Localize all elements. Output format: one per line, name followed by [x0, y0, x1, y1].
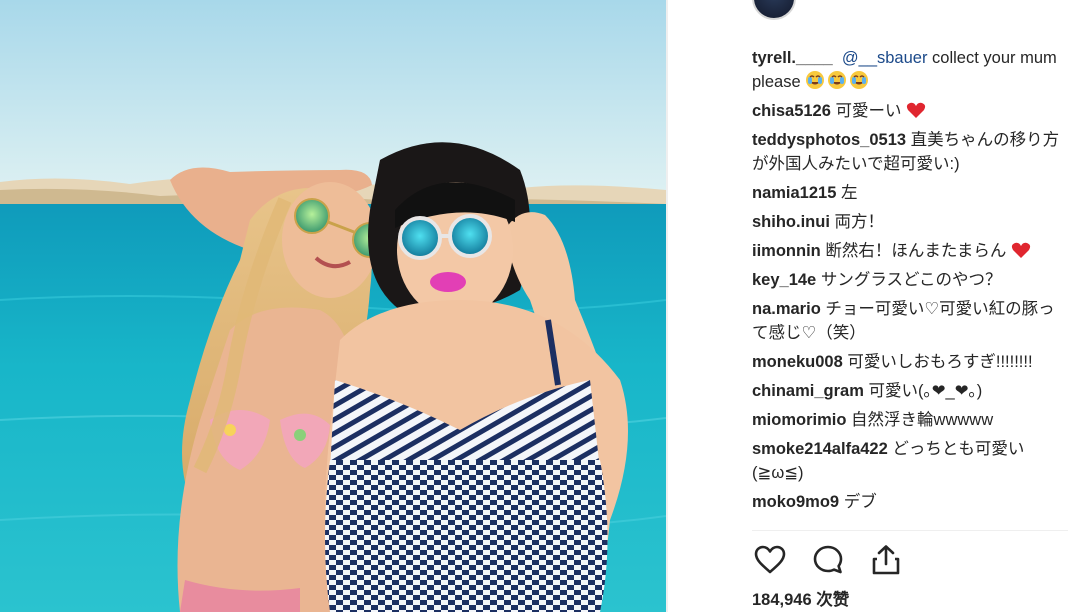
comment-text: 両方！	[834, 213, 885, 231]
share-button[interactable]	[868, 542, 904, 578]
comment-text: 可愛ーい	[835, 102, 902, 120]
comment-text: デブ	[843, 493, 877, 511]
comment-button[interactable]	[810, 542, 846, 578]
red-heart-emoji	[906, 102, 928, 120]
comment-item: namia1215 左	[752, 181, 1068, 205]
comment-text: 左	[841, 184, 858, 202]
comment-item: miomorimio 自然浮き輪wwwww	[752, 408, 1068, 432]
comment-item: moneku008 可愛いしおもろすぎ!!!!!!!!	[752, 350, 1068, 374]
comment-list-fade	[752, 516, 1068, 536]
comment-username[interactable]: namia1215	[752, 184, 836, 202]
comment-bubble-icon	[813, 545, 843, 574]
crying-laughing-emoji	[805, 71, 871, 91]
comment-username[interactable]: shiho.inui	[752, 213, 830, 231]
comment-item: key_14e サングラスどこのやつ？	[752, 268, 1068, 292]
comment-item: shiho.inui 両方！	[752, 210, 1068, 234]
comment-username[interactable]: teddysphotos_0513	[752, 131, 906, 149]
comment-username[interactable]: moneku008	[752, 353, 843, 371]
instagram-post-view: tyrell.____ @__sbauer collect your mum p…	[0, 0, 1080, 612]
comment-username[interactable]: key_14e	[752, 271, 816, 289]
comments-panel: tyrell.____ @__sbauer collect your mum p…	[668, 0, 1080, 612]
comment-item: tyrell.____ @__sbauer collect your mum p…	[752, 46, 1068, 94]
comment-list[interactable]: tyrell.____ @__sbauer collect your mum p…	[752, 46, 1068, 532]
comment-username[interactable]: smoke214alfa422	[752, 440, 888, 458]
comment-username[interactable]: na.mario	[752, 300, 821, 318]
heart-outline-icon	[754, 545, 786, 574]
comment-username[interactable]: miomorimio	[752, 411, 846, 429]
red-heart-emoji	[1011, 242, 1033, 260]
comment-username[interactable]: chisa5126	[752, 102, 831, 120]
comment-item: iimonnin 断然右！ほんまたまらん	[752, 239, 1068, 263]
comment-username[interactable]: chinami_gram	[752, 382, 864, 400]
comment-username[interactable]: moko9mo9	[752, 493, 839, 511]
like-button[interactable]	[752, 542, 788, 578]
likes-number: 184,946	[752, 591, 812, 609]
comment-item: chisa5126 可愛ーい	[752, 99, 1068, 123]
photo-illustration	[0, 0, 666, 612]
comment-item: na.mario チョー可愛い♡可愛い紅の豚って感じ♡（笑）	[752, 297, 1068, 345]
comment-username[interactable]: tyrell.____	[752, 49, 833, 67]
comment-item: moko9mo9 デブ	[752, 490, 1068, 514]
post-actions	[752, 540, 904, 580]
post-photo[interactable]	[0, 0, 666, 612]
comment-text: 可愛いしおもろすぎ!!!!!!!!	[847, 353, 1033, 371]
comment-text: サングラスどこのやつ？	[820, 271, 1002, 289]
comment-item: chinami_gram 可愛い(｡❤︎_❤︎｡)	[752, 379, 1068, 403]
poster-avatar[interactable]	[752, 0, 796, 20]
comment-username[interactable]: iimonnin	[752, 242, 821, 260]
likes-count[interactable]: 184,946 次赞	[752, 586, 849, 610]
comment-item: teddysphotos_0513 直美ちゃんの移り方が外国人みたいで超可愛い:…	[752, 128, 1068, 176]
share-upload-icon	[872, 545, 900, 575]
comment-text: 断然右！ほんまたまらん	[825, 242, 1007, 260]
actions-separator	[752, 530, 1068, 531]
comment-mention[interactable]: @__sbauer	[842, 49, 928, 67]
comment-item: smoke214alfa422 どっちとも可愛い(≧ω≦)	[752, 437, 1068, 485]
comment-text: 可愛い(｡❤︎_❤︎｡)	[868, 382, 983, 400]
likes-suffix: 次赞	[816, 591, 850, 609]
comment-text: 自然浮き輪wwwww	[851, 411, 994, 429]
